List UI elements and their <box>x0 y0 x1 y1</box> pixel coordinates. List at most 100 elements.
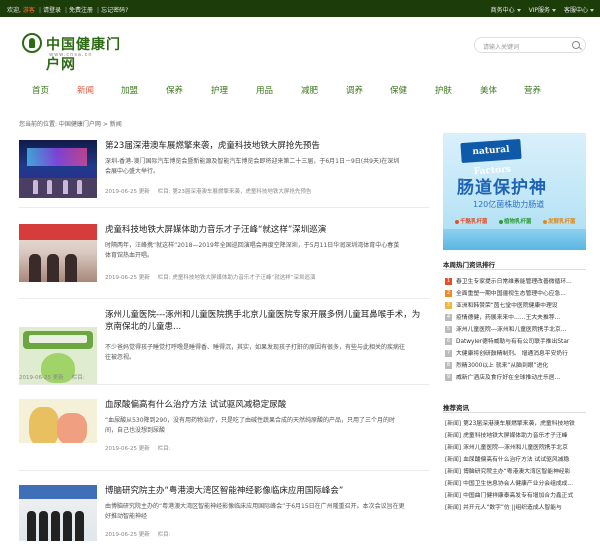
ad-headline: 肠道保护神 <box>457 178 547 198</box>
business-center-label: 商务中心 <box>490 7 515 14</box>
article-date: 2019-06-25 <box>19 375 51 381</box>
site-logo[interactable]: 中国健康门户网 www.cnsa.cn <box>22 33 132 73</box>
person-figure <box>63 180 68 194</box>
article-title[interactable]: 第23届深港澳车展燃擎来袭，虎童科技地铁大屏抢先预告 <box>105 140 425 152</box>
rank-badge: 5 <box>445 326 452 333</box>
banner-strip <box>19 224 97 240</box>
guest-link[interactable]: 游客 <box>23 7 35 14</box>
search-icon[interactable] <box>572 41 580 49</box>
nav-item-news[interactable]: 新闻 <box>77 84 94 96</box>
divider <box>19 384 429 385</box>
ad-feature: 发酵乳杆菌 <box>543 217 576 225</box>
top-right-menu: 商务中心 VIP服务 客服中心 <box>485 5 594 14</box>
rank-badge: 7 <box>445 350 452 357</box>
hot-list-title: 本周热门资讯排行 <box>443 261 495 269</box>
article-thumbnail[interactable] <box>19 224 97 282</box>
article-item[interactable]: 涿州儿童医院---涿州和儿童医院携手北京儿童医院专家开展多例儿童耳鼻喉手术，为京… <box>19 309 429 385</box>
forgot-password-link[interactable]: 忘记密码? <box>101 7 128 14</box>
recommended-item[interactable]: [新闻] 博脑研究院主办“粤港澳大湾区智能神经影 <box>445 466 586 475</box>
article-thumbnail[interactable] <box>19 140 97 198</box>
nav-item-health[interactable]: 保健 <box>390 84 407 96</box>
sidebar-ad-banner[interactable]: natural Factors 肠道保护神 120亿菌株助力肠道 千酪乳杆菌 植… <box>443 133 586 250</box>
hot-list-item[interactable]: 6 Datwyler德特威勒与有有公司联手推出Star <box>445 336 586 345</box>
nav-item-supplies[interactable]: 用品 <box>256 84 273 96</box>
rec-text: 并开元人“数字”仿 ||组织造成人智能与 <box>463 505 562 511</box>
article-title[interactable]: 血尿酸偏高有什么治疗方法 试试驱风减稳定尿酸 <box>105 399 425 411</box>
recommended-item[interactable]: [新闻] 并开元人“数字”仿 ||组织造成人智能与 <box>445 502 586 511</box>
nav-item-franchise[interactable]: 加盟 <box>121 84 138 96</box>
person-figure <box>39 511 48 541</box>
business-center-menu[interactable]: 商务中心 <box>491 7 521 14</box>
nav-item-home[interactable]: 首页 <box>32 84 49 96</box>
rec-text: 中国卫生信息协会人健康产业分会组成成... <box>463 481 573 487</box>
category-link[interactable]: 第23届深港澳车展燃擎来袭，虎童科技地铁大屏抢先预告 <box>172 189 311 195</box>
recommended-item[interactable]: [新闻] 第23届深港澳车展燃擎来袭，虎童科技地铁 <box>445 418 586 427</box>
ad-wave <box>443 229 586 250</box>
article-title[interactable]: 博脑研究院主办“粤港澳大湾区智能神经影像临床应用国际峰会” <box>105 485 425 497</box>
register-link[interactable]: 免费注册 <box>69 7 93 14</box>
nav-item-nutrition[interactable]: 营养 <box>524 84 541 96</box>
nav-item-weight-loss[interactable]: 减肥 <box>301 84 318 96</box>
article-thumbnail[interactable] <box>19 399 97 443</box>
hot-list-item[interactable]: 3 亚洲和韩赞荣“茵七堂中医院健康中理设 <box>445 300 586 309</box>
nav-item-body[interactable]: 美体 <box>480 84 497 96</box>
article-item[interactable]: 博脑研究院主办“粤港澳大湾区智能神经影像临床应用国际峰会” 由博脑研究院主办的“… <box>19 485 429 543</box>
hot-list-item[interactable]: 8 烈精3000以上 就来“从脑到眼”进化 <box>445 360 586 369</box>
rank-badge: 6 <box>445 338 452 345</box>
article-meta: 2019-06-25 更新 栏目: 虎童科技地铁大屏媒体助力音乐才子汪峰“就这样”… <box>105 273 316 281</box>
hot-list-text: 烈精3000以上 就来“从脑到眼”进化 <box>456 363 549 369</box>
hot-list-text: 疫情德健，药展来来中……王大夫推荐... <box>456 315 561 321</box>
article-item[interactable]: 虎童科技地铁大屏媒体助力音乐才子汪峰“就这样”深圳巡演 时隔两年，汪峰携“就这样… <box>19 224 429 282</box>
hot-list-item[interactable]: 1 春卫生专家提示日常维素能管理改善微循环... <box>445 276 586 285</box>
article-summary: 由博脑研究院主办的“粤港澳大湾区智能神经影像临床应用国际峰会”于6月15日在广州… <box>105 503 405 520</box>
hot-list-item[interactable]: 9 威新广酒店及食疗好在全球推动庄乐居... <box>445 372 586 381</box>
recommended-item[interactable]: [新闻] 涿州儿童医院---涿州和儿童医院携手北京 <box>445 442 586 451</box>
main-nav: 首页 新闻 加盟 保养 护理 用品 减肥 调养 保健 护肤 美体 营养 <box>0 84 600 98</box>
hot-list-item[interactable]: 7 大健康将创研鼓精制剂。 增通消息平安奶行 <box>445 348 586 357</box>
article-date: 2019-06-25 <box>105 446 137 452</box>
ad-subheadline: 120亿菌株助力肠道 <box>473 200 545 209</box>
rec-text: 第23届深港澳车展燃擎来袭，虎童科技地铁 <box>463 421 575 427</box>
rank-badge: 2 <box>445 290 452 297</box>
article-title[interactable]: 涿州儿童医院---涿州和儿童医院携手北京儿童医院专家开展多例儿童耳鼻喉手术，为京… <box>105 309 425 333</box>
nav-item-care[interactable]: 护理 <box>211 84 228 96</box>
hot-list-item[interactable]: 5 涿州儿童医院---涿州和儿童医院携手北京... <box>445 324 586 333</box>
recommended-item[interactable]: [新闻] 血尿酸偏高有什么治疗方法 试试驱风减稳 <box>445 454 586 463</box>
article-date: 2019-06-25 <box>105 275 137 281</box>
hot-list-item[interactable]: 4 疫情德健，药展来来中……王大夫推荐... <box>445 312 586 321</box>
article-meta: 2019-06-25 更新 栏目: <box>19 373 85 381</box>
ad-feature: 植物乳杆菌 <box>499 217 532 225</box>
banner-strip <box>19 485 97 499</box>
rec-label: [新闻] <box>445 469 462 475</box>
separator: | <box>97 7 100 14</box>
article-meta: 2019-06-25 更新 栏目: <box>105 444 171 452</box>
search-box[interactable]: 请输入关键词 <box>474 37 586 53</box>
vip-service-label: VIP服务 <box>528 7 551 14</box>
search-input[interactable]: 请输入关键词 <box>483 42 519 51</box>
recommended-item[interactable]: [新闻] 虎童科技地铁大屏媒体助力音乐才子汪峰 <box>445 430 586 439</box>
category-link[interactable]: 虎童科技地铁大屏媒体助力音乐才子汪峰“就这样”深圳巡演 <box>172 275 315 281</box>
article-item[interactable]: 第23届深港澳车展燃擎来袭，虎童科技地铁大屏抢先预告 深圳-香港-澳门国际汽车博… <box>19 140 429 198</box>
update-label: 更新 <box>138 275 150 281</box>
rec-label: [新闻] <box>445 445 462 451</box>
article-thumbnail[interactable] <box>19 485 97 541</box>
hot-list-text: 涿州儿童医院---涿州和儿童医院携手北京... <box>456 327 567 333</box>
logo-icon <box>22 33 42 53</box>
article-item[interactable]: 血尿酸偏高有什么治疗方法 试试驱风减稳定尿酸 “血尿酸从530降到290，没有用… <box>19 399 429 455</box>
recommended-item[interactable]: [新闻] 中国卫生信息协会人健康产业分会组成成... <box>445 478 586 487</box>
hot-list-item[interactable]: 2 全面重塑一期中国疆视生态管理中心应急... <box>445 288 586 297</box>
nav-item-skincare[interactable]: 护肤 <box>435 84 452 96</box>
rec-label: [新闻] <box>445 493 462 499</box>
article-summary: “血尿酸从530降到290，没有用药物治疗，只是吃了由碱性蔬果合成的天然纯原酸的… <box>105 417 396 434</box>
vip-service-menu[interactable]: VIP服务 <box>529 7 557 14</box>
nav-item-recuperation[interactable]: 调养 <box>346 84 363 96</box>
category-label: 栏目: <box>157 446 171 452</box>
rec-text: 中国曲门健祥康泰高发专有增加合力鑫正式 <box>463 493 574 499</box>
person-figure <box>65 254 77 282</box>
login-link[interactable]: 请登录 <box>43 7 61 14</box>
rec-label: [新闻] <box>445 481 462 487</box>
article-title[interactable]: 虎童科技地铁大屏媒体助力音乐才子汪峰“就这样”深圳巡演 <box>105 224 425 236</box>
customer-service-menu[interactable]: 客服中心 <box>564 7 594 14</box>
nav-item-maintenance[interactable]: 保养 <box>166 84 183 96</box>
recommended-item[interactable]: [新闻] 中国曲门健祥康泰高发专有增加合力鑫正式 <box>445 490 586 499</box>
